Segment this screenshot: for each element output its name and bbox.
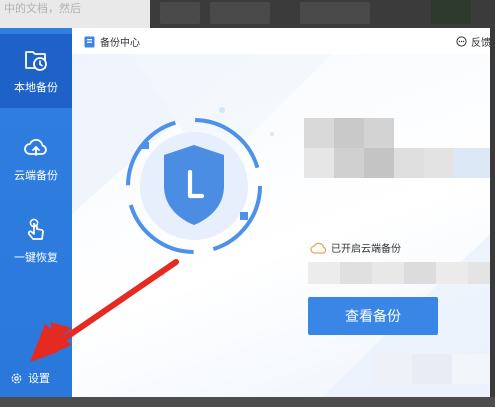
background-tile — [300, 2, 370, 24]
redacted-block — [436, 262, 468, 284]
folder-clock-icon — [25, 51, 47, 71]
redacted-block — [412, 354, 452, 384]
redacted-block — [304, 148, 334, 178]
feedback-button[interactable]: 反馈 — [456, 34, 490, 49]
sidebar-item-cloud-backup[interactable]: 云端备份 — [0, 122, 72, 196]
redacted-block — [372, 354, 412, 384]
cloud-upload-icon — [24, 138, 47, 156]
shield-icon — [126, 118, 262, 254]
sidebar-item-one-click-restore[interactable]: 一键恢复 — [0, 204, 72, 278]
background-desktop: 中的文档，然后 — [0, 0, 495, 28]
window-title: 备份中心 — [84, 34, 140, 49]
sidebar: 本地备份 云端备份 一键恢复 设置 — [0, 28, 72, 397]
backup-center-window: 本地备份 云端备份 一键恢复 设置 备份中心 反馈 已开启云端备份 查看备份 — [0, 28, 490, 398]
cloud-icon — [310, 242, 326, 254]
redacted-block — [308, 262, 340, 284]
document-icon — [84, 36, 95, 47]
redacted-block — [468, 262, 490, 284]
feedback-label: 反馈 — [471, 38, 490, 49]
background-tile — [160, 2, 200, 24]
main-panel: 已开启云端备份 查看备份 — [72, 54, 490, 397]
window-title-text: 备份中心 — [100, 38, 140, 49]
settings-label: 设置 — [28, 372, 50, 385]
hand-tap-icon — [27, 218, 44, 240]
background-edge — [490, 28, 495, 407]
chat-bubble-icon — [456, 36, 467, 47]
redacted-block — [452, 354, 490, 384]
background-tile — [210, 2, 270, 24]
redacted-block — [372, 262, 404, 284]
redacted-block — [424, 148, 454, 178]
cloud-status-text: 已开启云端备份 — [331, 244, 401, 255]
sidebar-item-label: 云端备份 — [14, 169, 58, 182]
redacted-block — [364, 118, 394, 148]
sidebar-item-local-backup[interactable]: 本地备份 — [0, 34, 72, 108]
titlebar: 备份中心 反馈 — [72, 28, 490, 55]
sidebar-item-label: 本地备份 — [14, 81, 58, 94]
shield-status-graphic — [120, 112, 268, 260]
redacted-block — [454, 148, 490, 178]
cloud-backup-status: 已开启云端备份 — [310, 240, 401, 255]
redacted-block — [364, 148, 394, 178]
redacted-block — [334, 148, 364, 178]
redacted-block — [334, 118, 364, 148]
background-edge — [0, 397, 495, 407]
background-text: 中的文档，然后 — [4, 2, 81, 15]
gear-icon — [11, 373, 22, 383]
settings-button[interactable]: 设置 — [10, 370, 50, 386]
redacted-block — [404, 262, 436, 284]
background-tile — [431, 0, 471, 24]
redacted-block — [340, 262, 372, 284]
redacted-block — [394, 148, 424, 178]
redacted-block — [304, 118, 334, 148]
sidebar-item-label: 一键恢复 — [14, 251, 58, 264]
view-backup-button[interactable]: 查看备份 — [308, 297, 438, 335]
